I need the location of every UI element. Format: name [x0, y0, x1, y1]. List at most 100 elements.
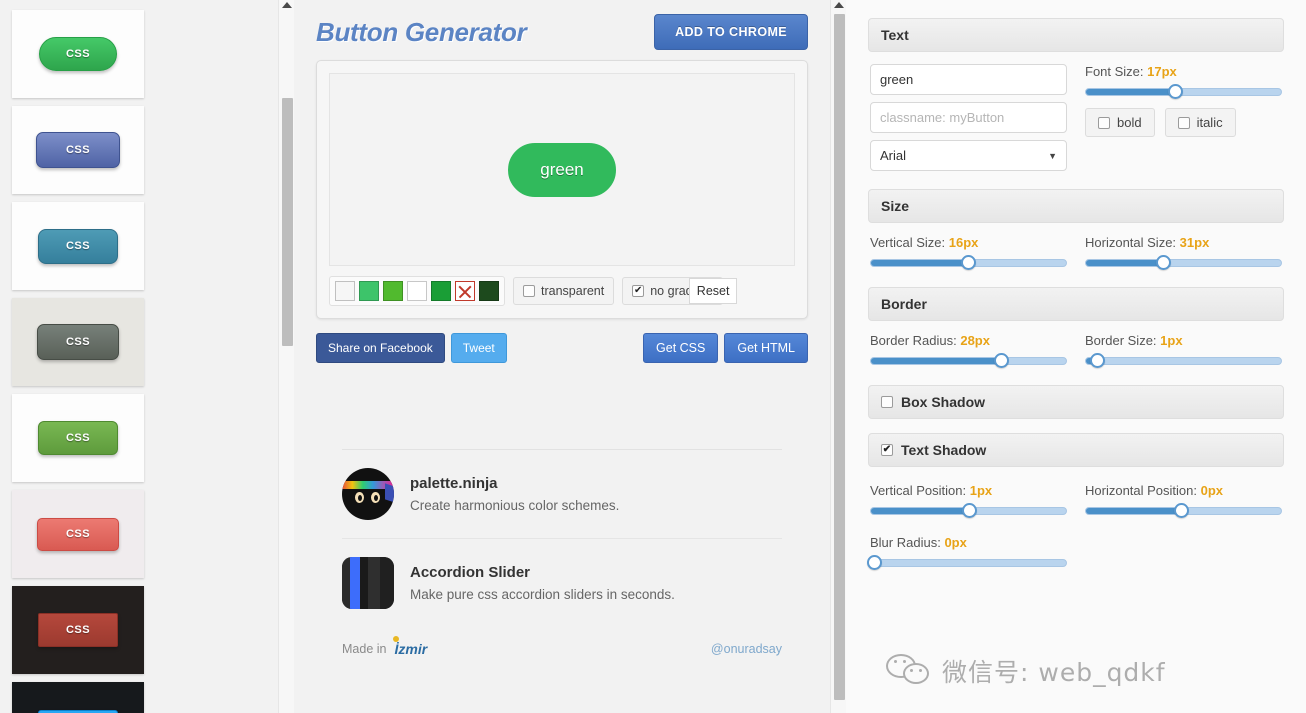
shadow-horizontal-slider[interactable] [1085, 503, 1282, 518]
preset-button[interactable]: CSS [38, 421, 118, 455]
section-header-border: Border [868, 287, 1284, 321]
horizontal-size-label: Horizontal Size: 31px [1085, 235, 1282, 250]
accordion-icon [342, 557, 394, 609]
horizontal-size-label-text: Horizontal Size: [1085, 235, 1177, 250]
shadow-horizontal-slider-knob[interactable] [1173, 503, 1189, 518]
bold-checkbox[interactable]: bold [1085, 108, 1155, 137]
get-html-button[interactable]: Get HTML [724, 333, 808, 363]
section-header-box-shadow[interactable]: Box Shadow [868, 385, 1284, 419]
main-panel: Button Generator ADD TO CHROME green tra… [294, 0, 846, 713]
preset-item[interactable]: CSS [12, 490, 144, 578]
font-size-slider-knob[interactable] [1167, 84, 1183, 99]
footer: Made in İzmir @onuradsay [342, 636, 782, 657]
preset-button[interactable]: CSS [37, 324, 119, 360]
blur-radius-label: Blur Radius: 0px [870, 535, 1067, 550]
bold-label: bold [1117, 115, 1142, 130]
swatch-green[interactable] [431, 281, 451, 301]
no-gradient-checkbox-box[interactable]: ✔ [632, 285, 645, 297]
preset-button[interactable]: CSS [39, 37, 117, 71]
chevron-down-icon: ▼ [1048, 150, 1057, 161]
action-row: Share on Facebook Tweet Get CSS Get HTML [316, 333, 808, 363]
vertical-size-slider[interactable] [870, 255, 1067, 270]
preset-button[interactable]: CSS [37, 517, 119, 551]
swatch-none[interactable] [455, 281, 475, 301]
shadow-vertical-slider[interactable] [870, 503, 1067, 518]
bold-checkbox-box[interactable] [1098, 116, 1110, 129]
options-panel: Text Arial ▼ Font Size: 17px [846, 0, 1306, 713]
border-radius-slider-knob[interactable] [993, 353, 1009, 368]
border-radius-slider[interactable] [870, 353, 1067, 368]
blur-radius-slider-knob[interactable] [866, 555, 882, 570]
promo-item[interactable]: palette.ninja Create harmonious color sch… [342, 450, 782, 539]
preset-button[interactable]: CSS [36, 132, 120, 168]
ninja-icon [342, 468, 394, 520]
swatch-green-light[interactable] [359, 281, 379, 301]
preset-item[interactable]: CSS [12, 586, 144, 674]
section-title-text-shadow: Text Shadow [901, 442, 987, 458]
shadow-vertical-label-text: Vertical Position: [870, 483, 967, 498]
font-size-slider[interactable] [1085, 84, 1282, 99]
vertical-size-value: 16px [948, 235, 979, 250]
section-title-border: Border [881, 296, 927, 312]
preset-item[interactable]: CSS [12, 106, 144, 194]
transparent-checkbox-box[interactable] [523, 285, 535, 297]
blur-radius-slider[interactable] [866, 555, 1067, 570]
promo-subtitle: Make pure css accordion sliders in secon… [410, 587, 675, 602]
scroll-up-arrow-icon[interactable] [834, 2, 844, 8]
preview-button[interactable]: green [508, 142, 616, 197]
share-on-facebook-button[interactable]: Share on Facebook [316, 333, 445, 363]
font-size-value: 17px [1147, 64, 1177, 79]
border-size-slider[interactable] [1085, 353, 1282, 368]
preset-item[interactable]: CSS [12, 298, 144, 386]
reset-button[interactable]: Reset [688, 278, 738, 304]
presets-scroll-thumb[interactable] [282, 98, 293, 346]
color-swatches [329, 276, 505, 306]
page-title: Button Generator [316, 16, 527, 47]
swatch-green-dark[interactable] [479, 281, 499, 301]
swatch-green-mid[interactable] [383, 281, 403, 301]
horizontal-size-slider[interactable] [1085, 255, 1282, 270]
section-header-text-shadow[interactable]: ✔ Text Shadow [868, 433, 1284, 467]
tweet-button[interactable]: Tweet [450, 333, 507, 363]
italic-checkbox[interactable]: italic [1164, 108, 1236, 137]
swatch-white[interactable] [407, 281, 427, 301]
presets-scrollbar[interactable] [278, 0, 294, 713]
horizontal-size-slider-knob[interactable] [1156, 255, 1171, 270]
preview-stage: green [329, 73, 795, 266]
box-shadow-checkbox-box[interactable] [881, 396, 893, 408]
text-shadow-checkbox-box[interactable]: ✔ [881, 444, 893, 456]
izmir-label: İzmir [394, 641, 428, 657]
border-size-value: 1px [1160, 333, 1183, 348]
made-in: Made in İzmir [342, 636, 428, 657]
promo-list: palette.ninja Create harmonious color sch… [342, 450, 782, 627]
add-to-chrome-button[interactable]: ADD TO CHROME [654, 14, 808, 50]
preset-button[interactable]: CSS [38, 228, 118, 264]
transparent-checkbox[interactable]: transparent [513, 277, 615, 305]
vertical-size-slider-knob[interactable] [960, 255, 976, 270]
classname-input[interactable] [870, 102, 1067, 133]
swatch-empty[interactable] [335, 281, 355, 301]
preset-item[interactable]: CSS [12, 10, 144, 98]
main-scrollbar[interactable] [830, 0, 846, 713]
made-in-prefix: Made in [342, 642, 387, 656]
section-title-box-shadow: Box Shadow [901, 394, 986, 410]
blur-radius-value: 0px [944, 535, 967, 550]
italic-checkbox-box[interactable] [1177, 116, 1190, 129]
border-size-slider-knob[interactable] [1089, 353, 1105, 368]
preset-item[interactable]: CSS [12, 682, 144, 713]
preset-button[interactable]: CSS [38, 613, 118, 647]
preset-item[interactable]: CSS [12, 394, 144, 482]
font-family-select[interactable]: Arial ▼ [870, 140, 1067, 171]
button-text-input[interactable] [870, 64, 1067, 95]
preset-item[interactable]: CSS [12, 202, 144, 290]
twitter-handle-link[interactable]: @onuradsay [711, 642, 782, 656]
promo-item[interactable]: Accordion Slider Make pure css accordion … [342, 539, 782, 627]
presets-panel: CSSCSSCSSCSSCSSCSSCSSCSSCSSCSSCSSCSSCSSC… [0, 0, 294, 713]
swatch-row: transparent ✔ no gradient Reset [329, 276, 795, 306]
scroll-up-arrow-icon[interactable] [282, 2, 292, 8]
header: Button Generator ADD TO CHROME [316, 0, 808, 60]
shadow-vertical-slider-knob[interactable] [962, 503, 978, 518]
get-css-button[interactable]: Get CSS [643, 333, 719, 363]
main-scroll-thumb[interactable] [834, 14, 845, 700]
border-size-label: Border Size: 1px [1085, 333, 1282, 348]
